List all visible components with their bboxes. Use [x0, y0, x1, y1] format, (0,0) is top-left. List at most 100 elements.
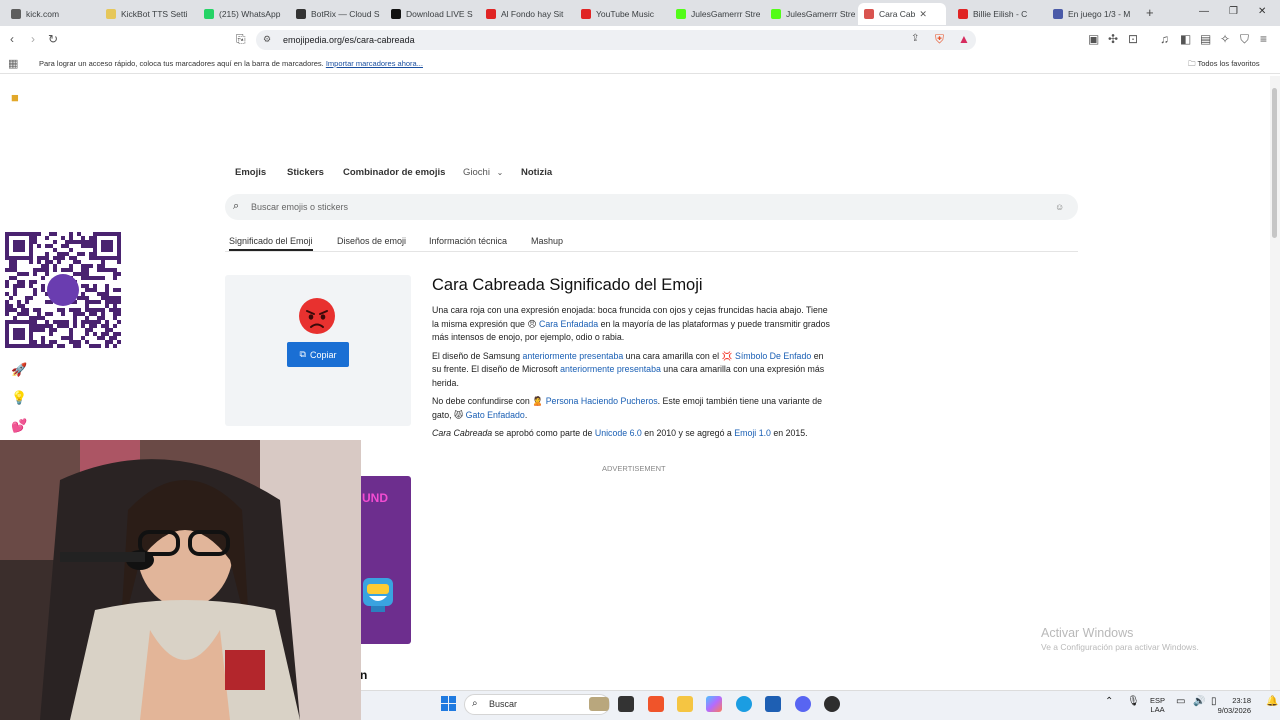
folder-icon: 🗀 [1188, 59, 1196, 68]
all-favorites[interactable]: 🗀 Todos los favoritos [1188, 58, 1260, 71]
file-explorer-icon[interactable] [677, 696, 693, 712]
screenshot-icon[interactable]: ⊡ [1128, 32, 1138, 46]
windows-start-icon[interactable] [441, 696, 456, 711]
hearts-icon[interactable]: 💕 [11, 418, 27, 434]
sidebar-icon[interactable]: ◧ [1180, 32, 1191, 46]
leo-ai-icon[interactable]: ✧ [1220, 32, 1230, 46]
minimize-button[interactable]: — [1199, 6, 1209, 17]
brave-rewards-icon[interactable]: ▲ [958, 32, 970, 46]
import-bookmarks-link[interactable]: Importar marcadores ahora... [326, 59, 423, 68]
p4-emoji-name: Cara Cabreada [432, 428, 493, 438]
menu-icon[interactable]: ≡ [1260, 32, 1267, 46]
tab-favicon-icon [106, 9, 116, 19]
obs-icon[interactable] [824, 696, 840, 712]
forward-icon[interactable]: › [31, 32, 35, 46]
link-angry-face[interactable]: Cara Enfadada [539, 319, 598, 329]
browser-tab[interactable]: Al Fondo hay Sit [480, 3, 570, 25]
nav-emojis[interactable]: Emojis [235, 167, 266, 178]
bookmarks-message: Para lograr un acceso rápido, coloca tus… [39, 59, 423, 68]
volume-icon[interactable]: 🔊 [1193, 696, 1205, 707]
close-window-button[interactable]: ✕ [1258, 6, 1266, 17]
ad-banner[interactable]: UND [361, 476, 411, 644]
link-emoji-1[interactable]: Emoji 1.0 [734, 428, 771, 438]
rocket-icon[interactable]: 🚀 [11, 362, 27, 378]
emojipedia-logo-icon[interactable]: ■ [11, 90, 19, 105]
nav-games[interactable]: Giochi ⌄ [463, 167, 503, 178]
puzzle-icon[interactable]: ✣ [1108, 32, 1118, 46]
link-person-pouting[interactable]: Persona Haciendo Pucheros [546, 396, 658, 406]
url-text[interactable]: emojipedia.org/es/cara-cabreada [283, 35, 415, 45]
new-tab-button[interactable]: + [1146, 5, 1154, 20]
back-icon[interactable]: ‹ [10, 32, 14, 46]
tab-favicon-icon [676, 9, 686, 19]
tab-technical-info[interactable]: Información técnica [429, 236, 507, 246]
link-pouting-cat[interactable]: Gato Enfadado [466, 410, 525, 420]
copy-button[interactable]: ⧉ Copiar [287, 342, 349, 367]
link-previous-design-samsung[interactable]: anteriormente presentaba [522, 351, 623, 361]
browser-tab[interactable]: YouTube Music [575, 3, 665, 25]
discord-icon[interactable] [795, 696, 811, 712]
clock-time: 23:18 [1232, 696, 1251, 705]
vpn-icon[interactable]: ⛉ [1240, 32, 1249, 47]
search-bar[interactable] [225, 194, 1078, 220]
tab-favicon-icon [11, 9, 21, 19]
brave-browser-icon[interactable] [648, 696, 664, 712]
brave-shield-icon[interactable]: ⛨ [935, 32, 944, 47]
copy-label: Copiar [309, 349, 337, 360]
task-view-icon[interactable] [618, 696, 634, 712]
edge-icon[interactable] [736, 696, 752, 712]
browser-tab[interactable]: Download LIVE S [385, 3, 475, 25]
extension-icon[interactable]: ▣ [1088, 32, 1099, 46]
wallet-icon[interactable]: ▤ [1200, 32, 1211, 46]
browser-tab[interactable]: En juego 1/3 - M [1047, 3, 1137, 25]
site-info-icon[interactable]: ⚙ [263, 34, 271, 45]
browser-tab[interactable]: Billie Eilish - C [952, 3, 1042, 25]
browser-tab[interactable]: (215) WhatsApp [198, 3, 286, 25]
share-icon[interactable]: ⇪ [911, 33, 919, 44]
emoji-picker-icon[interactable]: ☺ [1055, 202, 1064, 212]
nav-news[interactable]: Notizia [521, 167, 552, 178]
browser-tab[interactable]: JulesGamerrr Stre [765, 3, 855, 25]
qr-code [5, 232, 121, 348]
tab-title: YouTube Music [596, 9, 654, 19]
notification-icon[interactable]: 🔔 [1266, 696, 1278, 707]
link-unicode-6[interactable]: Unicode 6.0 [595, 428, 642, 438]
language-indicator[interactable]: ESP LAA [1150, 696, 1165, 714]
browser-tab[interactable]: BotRix — Cloud S [290, 3, 380, 25]
tab-mashup[interactable]: Mashup [531, 236, 563, 246]
maximize-button[interactable]: ❐ [1229, 6, 1238, 17]
copilot-icon[interactable] [706, 696, 722, 712]
network-icon[interactable]: ▭ [1176, 696, 1185, 707]
microphone-icon[interactable]: 🎙 [1127, 696, 1140, 707]
browser-tab[interactable]: Cara Cab ✕ [858, 3, 946, 25]
scrollbar-thumb[interactable] [1272, 88, 1277, 238]
search-icon: ⌕ [233, 200, 240, 212]
close-tab-icon[interactable]: ✕ [919, 9, 927, 20]
link-anger-symbol[interactable]: Símbolo De Enfado [735, 351, 811, 361]
search-input[interactable]: Buscar emojis o stickers [251, 202, 348, 212]
tab-title: Cara Cab [879, 9, 916, 19]
lightbulb-icon[interactable]: 💡 [11, 390, 27, 406]
tab-designs[interactable]: Diseños de emoji [337, 236, 406, 246]
anger-symbol-inline-icon: 💢 [721, 350, 733, 361]
browser-tab[interactable]: KickBot TTS Setti [100, 3, 192, 25]
reload-icon[interactable]: ↻ [48, 32, 58, 46]
music-icon[interactable]: ♫ [1160, 32, 1169, 46]
nav-stickers[interactable]: Stickers [287, 167, 324, 178]
tab-meaning[interactable]: Significado del Emoji [229, 236, 313, 251]
tray-chevron-icon[interactable]: ⌃ [1105, 696, 1113, 707]
taskbar-search-text[interactable]: Buscar [489, 699, 517, 709]
apps-grid-icon[interactable]: ▦ [8, 57, 18, 70]
bookmark-icon[interactable]: ⎘ [236, 32, 246, 47]
p3-text-c: . [524, 409, 528, 420]
article: Cara Cabreada Significado del Emoji Una … [432, 276, 832, 446]
activate-windows-title: Activar Windows [1041, 626, 1134, 640]
clock[interactable]: 23:18 9/03/2026 [1213, 696, 1251, 716]
tab-favicon-icon [1053, 9, 1063, 19]
nav-emoji-combiner[interactable]: Combinador de emojis [343, 167, 445, 178]
link-previous-design-microsoft[interactable]: anteriormente presentaba [560, 364, 661, 374]
browser-tab[interactable]: kick.com [5, 3, 95, 25]
browser-tab[interactable]: JulesGamerrr Stre [670, 3, 760, 25]
pouting-cat-inline-icon: 😾 [454, 409, 464, 420]
store-icon[interactable] [765, 696, 781, 712]
